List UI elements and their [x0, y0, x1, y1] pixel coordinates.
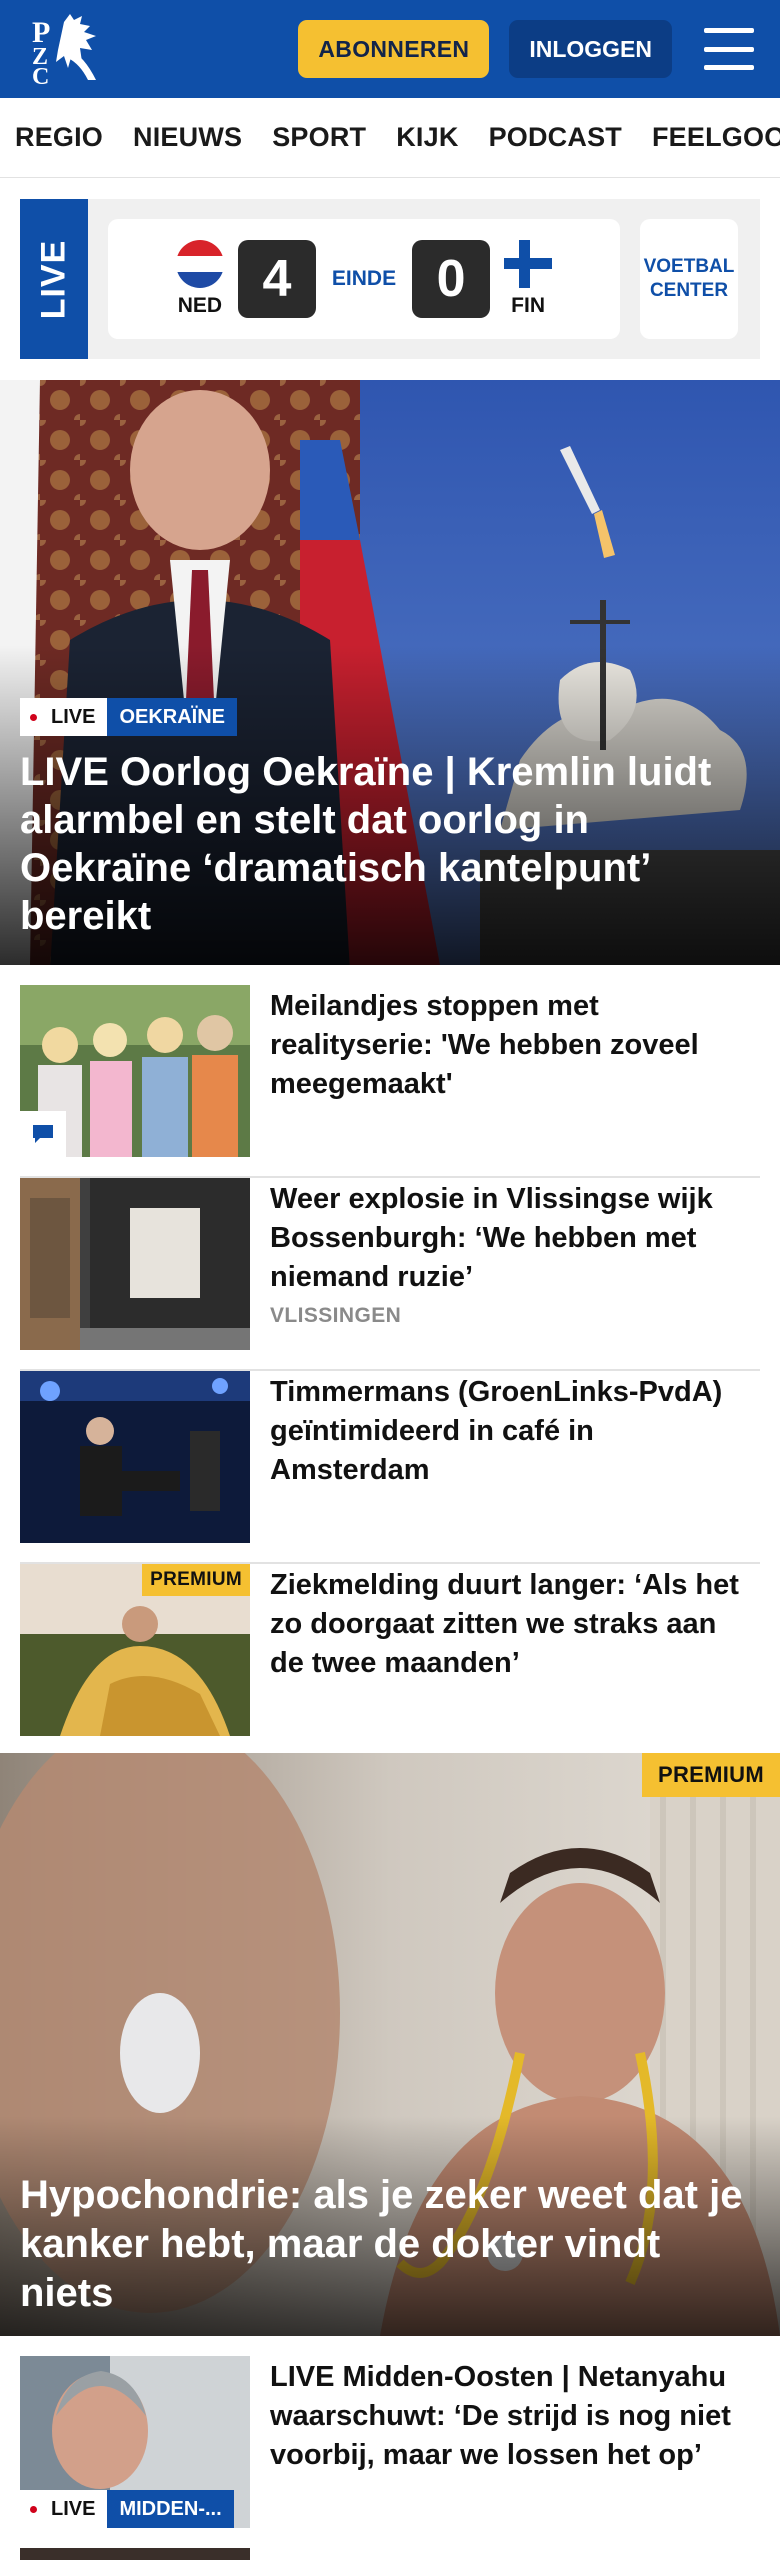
category-badge: OEKRAÏNE [107, 698, 238, 736]
live-dot-icon [30, 713, 37, 721]
live-strip-label: LIVE [34, 239, 73, 319]
nav-item-regio[interactable]: REGIO [15, 122, 103, 153]
finland-flag-icon [504, 240, 553, 288]
article-title: Timmermans (GroenLinks-PvdA) geïntimidee… [270, 1376, 723, 1487]
featured-title: Hypochondrie: als je zeker weet dat je k… [20, 2173, 743, 2316]
article-title: Ziekmelding duurt langer: ‘Als het zo do… [270, 1569, 739, 1680]
away-team-code: FIN [511, 294, 545, 317]
home-team: NED [170, 240, 230, 318]
pzc-logo[interactable]: P Z C [30, 12, 110, 86]
article-item[interactable]: Weer explosie in Vlissingse wijk Bossenb… [20, 1178, 760, 1371]
article-item[interactable]: Timmermans (GroenLinks-PvdA) geïntimidee… [20, 1371, 760, 1564]
home-team-code: NED [177, 294, 223, 317]
live-badge: LIVE [20, 2490, 108, 2528]
live-badge-label: LIVE [51, 705, 96, 728]
article-location: VLISSINGEN [270, 1304, 402, 1327]
nav-item-nieuws[interactable]: NIEUWS [133, 122, 242, 153]
nav-item-podcast[interactable]: PODCAST [489, 122, 622, 153]
featured-premium-article[interactable]: PREMIUM Hypochondrie: als je zeker weet … [0, 1753, 780, 2336]
pzc-logo-icon: P Z C [32, 14, 96, 86]
subscribe-button[interactable]: ABONNEREN [298, 20, 490, 78]
voetbal-center-button[interactable]: VOETBAL CENTER [640, 219, 738, 339]
article-item[interactable]: LIVE MIDDEN-... LIVE Midden-Oosten | Net… [20, 2356, 760, 2560]
nav-item-kijk[interactable]: KIJK [396, 122, 458, 153]
article-thumbnail: PREMIUM [20, 1564, 250, 1736]
next-article-thumbnail-partial [20, 2548, 250, 2560]
nav-item-feelgood[interactable]: FEELGOOD [652, 122, 780, 153]
svg-text:C: C [32, 64, 49, 86]
article-thumbnail [20, 985, 250, 1157]
article-thumbnail [20, 1178, 250, 1350]
login-button[interactable]: INLOGGEN [509, 20, 672, 78]
article-thumbnail: LIVE MIDDEN-... [20, 2356, 250, 2528]
live-badge: LIVE [20, 698, 108, 736]
menu-icon[interactable] [704, 28, 754, 70]
article-item[interactable]: PREMIUM Ziekmelding duurt langer: ‘Als h… [20, 1564, 760, 1757]
category-badge: MIDDEN-... [107, 2490, 234, 2528]
article-title: LIVE Midden-Oosten | Netanyahu waarschuw… [270, 2361, 731, 2472]
header-actions: ABONNEREN INLOGGEN [298, 20, 754, 78]
live-strip: LIVE [20, 199, 88, 359]
section-nav: REGIO NIEUWS SPORT KIJK PODCAST FEELGOOD [0, 98, 780, 178]
article-thumbnail [20, 1371, 250, 1543]
hero-labels: LIVE OEKRAÏNE [20, 698, 238, 736]
live-badge-label: LIVE [51, 2497, 96, 2520]
comment-icon [20, 1111, 66, 1157]
article-labels: LIVE MIDDEN-... [20, 2490, 234, 2528]
premium-badge: PREMIUM [642, 1753, 780, 1797]
article-item[interactable]: Meilandjes stoppen met realityserie: 'We… [20, 985, 760, 1178]
hero-title: LIVE Oorlog Oekraïne | Kremlin luidt ala… [20, 750, 712, 938]
site-header: P Z C ABONNEREN INLOGGEN [0, 0, 780, 98]
match-status: EINDE [331, 267, 397, 290]
netherlands-flag-icon [175, 240, 224, 288]
nav-item-sport[interactable]: SPORT [272, 122, 366, 153]
home-score: 4 [237, 240, 316, 318]
live-dot-icon [30, 2505, 37, 2513]
away-score: 0 [412, 240, 491, 318]
live-score-widget: LIVE NED 4 EINDE 0 FIN VOETBAL CENTER [20, 199, 760, 359]
premium-badge: PREMIUM [142, 1564, 250, 1596]
article-title: Weer explosie in Vlissingse wijk Bossenb… [270, 1183, 713, 1294]
article-title: Meilandjes stoppen met realityserie: 'We… [270, 990, 699, 1101]
match-score-card[interactable]: NED 4 EINDE 0 FIN [108, 219, 620, 339]
away-team: FIN [498, 240, 558, 318]
hero-article[interactable]: LIVE OEKRAÏNE LIVE Oorlog Oekraïne | Kre… [0, 380, 780, 965]
